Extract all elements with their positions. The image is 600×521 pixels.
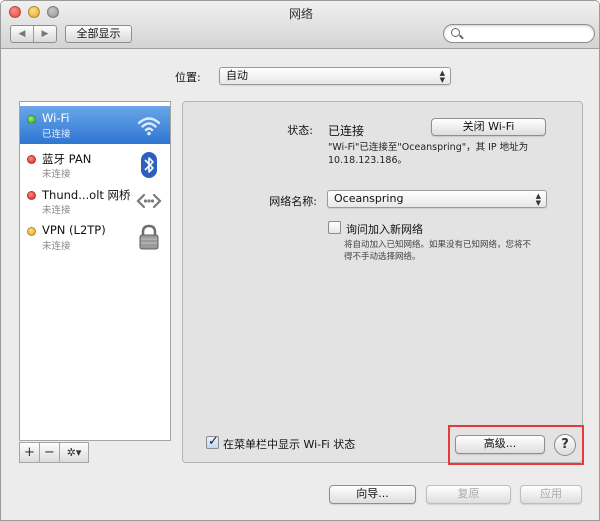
wifi-icon [137,117,161,136]
search-icon [451,28,460,37]
service-name: Wi-Fi [42,111,70,125]
lock-icon [139,224,159,250]
service-status: 未连接 [42,169,71,180]
service-status: 已连接 [42,129,71,140]
ask-join-checkbox[interactable] [328,221,341,234]
search-field[interactable] [443,24,595,43]
status-value: 已连接 [328,124,365,138]
gear-icon[interactable]: ✲▾ [59,442,89,463]
status-description-line2: 10.18.123.186。 [328,155,408,166]
location-value: 自动 [226,69,248,82]
network-name-popup[interactable]: Oceanspring ▲ ▼ [327,190,547,208]
service-status: 未连接 [42,205,71,216]
service-item-thunderbolt-bridge[interactable]: Thund...olt 网桥 未连接 [20,182,170,220]
service-item-wifi[interactable]: Wi-Fi 已连接 [20,106,170,144]
network-name-label: 网络名称: [269,195,317,208]
location-label: 位置: [175,71,201,84]
advanced-button[interactable]: 高级... [455,435,545,454]
window-title: 网络 [288,7,313,21]
service-item-bluetooth-pan[interactable]: 蓝牙 PAN 未连接 [20,146,170,184]
revert-button[interactable]: 复原 [426,485,511,504]
status-label: 状态: [287,124,313,137]
service-item-vpn-l2tp[interactable]: VPN (L2TP) 未连接 [20,218,170,256]
assistant-button[interactable]: 向导... [329,485,416,504]
service-name: Thund...olt 网桥 [42,188,131,202]
thunderbolt-bridge-icon [136,193,162,209]
popup-arrows-icon: ▲ ▼ [439,69,445,84]
forward-arrow-icon[interactable]: ▶ [34,26,56,42]
location-popup[interactable]: 自动 ▲ ▼ [219,67,451,85]
status-dot-disconnected-icon [27,155,36,164]
service-name: VPN (L2TP) [42,223,106,237]
help-button[interactable]: ? [554,434,576,456]
show-menubar-checkbox[interactable] [206,434,219,449]
show-all-button[interactable]: 全部显示 [65,25,132,43]
service-list: Wi-Fi 已连接 蓝牙 PAN 未连接 Thund...olt 网桥 未连接 [19,101,171,441]
service-list-toolbar: + − ✲▾ [19,442,89,463]
show-menubar-label: 在菜单栏中显示 Wi-Fi 状态 [223,438,356,451]
service-name: 蓝牙 PAN [42,152,92,166]
remove-service-button[interactable]: − [39,442,60,463]
status-description-line1: "Wi-Fi"已连接至"Oceanspring"，其 IP 地址为 [328,142,529,153]
service-status: 未连接 [42,241,71,252]
ask-join-label: 询问加入新网络 [346,223,423,236]
popup-arrows-icon: ▲ ▼ [535,192,541,207]
add-service-button[interactable]: + [19,442,40,463]
status-dot-disconnected-icon [27,191,36,200]
title-bar: 网络 ◀ ▶ 全部显示 [1,1,599,49]
back-arrow-icon[interactable]: ◀ [11,26,34,42]
network-name-value: Oceanspring [334,192,404,205]
network-preferences-window: 网络 ◀ ▶ 全部显示 位置: 自动 ▲ ▼ Wi-Fi 已连接 蓝牙 PAN … [0,0,600,521]
bluetooth-icon [141,152,157,178]
apply-button[interactable]: 应用 [520,485,582,504]
turn-off-wifi-button[interactable]: 关闭 Wi-Fi [431,118,546,136]
status-dot-inactive-icon [27,227,36,236]
ask-join-description-line2: 得不手动选择网络。 [344,252,421,262]
status-dot-connected-icon [27,115,36,124]
back-forward-control: ◀ ▶ [10,25,57,43]
